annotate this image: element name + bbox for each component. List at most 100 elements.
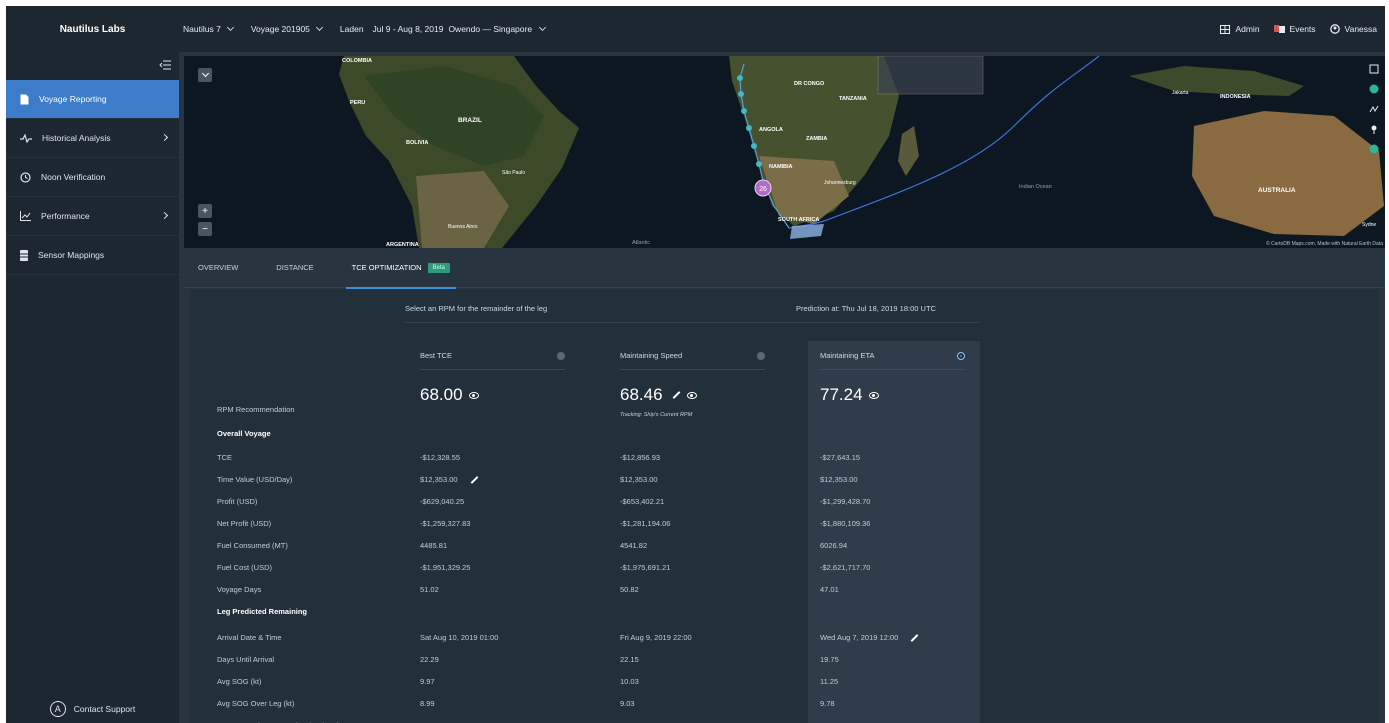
map-label-namibia: NAMIBIA <box>769 164 793 170</box>
metric-value: -$12,856.93 <box>620 453 660 462</box>
map-overlay-box <box>877 56 984 95</box>
route-point[interactable] <box>751 143 757 149</box>
metric-value-text: -$653,402.21 <box>620 497 665 506</box>
sidebar-item-performance[interactable]: Performance <box>6 197 179 236</box>
option-best-tce[interactable]: Best TCE <box>420 351 565 370</box>
eye-icon[interactable] <box>468 391 479 399</box>
pencil-icon[interactable] <box>910 633 919 642</box>
voyage-label: Voyage 201905 <box>250 24 310 34</box>
route-point[interactable] <box>746 125 752 131</box>
metric-value-text: 22.29 <box>420 655 439 664</box>
metric-value-text: 22.15 <box>620 655 639 664</box>
section-leg-predicted-remaining: Leg Predicted Remaining <box>217 607 308 616</box>
layers-icon[interactable] <box>1369 144 1379 154</box>
metric-value: $12,353.00 <box>620 475 658 484</box>
eye-icon[interactable] <box>686 391 697 399</box>
metric-value-text: 9.97 <box>420 677 435 686</box>
tab-distance[interactable]: DISTANCE <box>276 248 313 288</box>
metric-value: -$1,259,327.83 <box>420 519 470 528</box>
map-label-zambia: ZAMBIA <box>806 136 827 142</box>
metric-value: -$653,402.21 <box>620 497 664 506</box>
chevron-right-icon <box>160 211 169 220</box>
contact-support-button[interactable]: A Contact Support <box>6 701 179 717</box>
metric-value-text: 10.03 <box>620 677 639 686</box>
rpm-number: 77.24 <box>820 385 863 404</box>
tab-tce-optimization[interactable]: TCE OPTIMIZATION Beta <box>345 248 457 289</box>
sidebar-item-label: Voyage Reporting <box>39 94 107 104</box>
map-label-angola: ANGOLA <box>759 127 783 133</box>
location-pin-icon[interactable] <box>1369 124 1379 134</box>
metric-value: -$1,299,428.70 <box>820 497 870 506</box>
metric-value: -$1,975,691.21 <box>620 563 670 572</box>
admin-button[interactable]: Admin <box>1220 24 1260 34</box>
metric-value: -$1,880,109.36 <box>820 519 870 528</box>
metric-value-text: Sat Aug 10, 2019 01:00 <box>420 633 499 642</box>
route-point[interactable] <box>756 161 762 167</box>
option-maintaining-speed[interactable]: Maintaining Speed <box>620 351 765 370</box>
voyage-selector[interactable]: Voyage 201905 <box>250 23 323 34</box>
document-icon <box>20 94 29 104</box>
metric-value-text: $12,353.00 <box>420 475 458 484</box>
metric-value-text: -$12,328.55 <box>420 453 461 462</box>
metric-value-text: 4485.81 <box>420 541 448 550</box>
metric-value: Sat Aug 10, 2019 01:00 <box>420 633 498 642</box>
user-menu[interactable]: Vanessa <box>1329 24 1377 34</box>
clock-icon <box>20 171 31 183</box>
voyage-map[interactable]: 26 COLOMBIA PERU BRAZIL BOLIVIA São Paul… <box>184 56 1385 248</box>
sidebar-item-voyage-reporting[interactable]: Voyage Reporting <box>6 80 179 119</box>
metric-label: TCE <box>217 453 232 462</box>
support-label: Contact Support <box>73 704 136 714</box>
divider <box>405 322 979 323</box>
metric-value: 9.78 <box>820 699 835 708</box>
map-attribution[interactable]: © CartoDB Maps.com, Made with Natural Ea… <box>1266 241 1383 247</box>
sidebar-item-historical-analysis[interactable]: Historical Analysis <box>6 119 179 158</box>
sidebar-item-noon-verification[interactable]: Noon Verification <box>6 158 179 197</box>
leg-status: Laden <box>339 24 364 34</box>
metric-value: -$2,621,717.70 <box>820 563 870 572</box>
globe-icon[interactable] <box>1369 84 1379 94</box>
radio-button[interactable] <box>757 351 765 360</box>
crop-icon[interactable] <box>1369 64 1379 74</box>
option-maintaining-eta[interactable]: Maintaining ETA <box>820 351 965 370</box>
radio-button[interactable] <box>557 351 565 360</box>
pencil-icon[interactable] <box>470 475 478 484</box>
map-toolbar <box>1369 64 1379 154</box>
sidebar-item-label: Sensor Mappings <box>38 250 105 260</box>
metric-value: Fri Aug 9, 2019 22:00 <box>620 633 692 642</box>
tab-label: TCE OPTIMIZATION <box>351 263 422 272</box>
route-point[interactable] <box>738 91 744 97</box>
chevron-down-icon <box>201 69 209 78</box>
metric-value-text: -$1,951,329.25 <box>420 563 471 572</box>
metric-value-text: -$1,880,109.36 <box>820 519 871 528</box>
pencil-icon[interactable] <box>672 391 680 399</box>
metric-value-text: Fri Aug 9, 2019 22:00 <box>620 633 692 642</box>
vessel-selector[interactable]: Nautilus 7 <box>183 23 234 34</box>
metric-value: 9.03 <box>620 699 635 708</box>
collapse-sidebar-icon[interactable] <box>159 60 171 70</box>
map-label-brazil: BRAZIL <box>458 117 482 124</box>
zoom-in-button[interactable]: + <box>198 204 212 218</box>
zoom-out-button[interactable]: − <box>198 222 212 236</box>
brand-logo[interactable]: Nautilus Labs <box>6 24 179 35</box>
route-point[interactable] <box>741 108 747 114</box>
metric-value: -$12,328.55 <box>420 453 460 462</box>
breadcrumb: Nautilus 7 Voyage 201905 Laden Jul 9 - A… <box>183 23 547 34</box>
metric-value: 8.99 <box>420 699 435 708</box>
rpm-value-maintaining-eta: 77.24 <box>820 385 879 405</box>
metric-value: 22.29 <box>420 655 439 664</box>
leg-selector[interactable]: Laden Jul 9 - Aug 8, 2019 Owendo — Singa… <box>339 23 547 34</box>
route-point[interactable] <box>737 75 743 81</box>
admin-icon <box>1220 24 1231 34</box>
map-layer-toggle[interactable] <box>198 68 212 82</box>
option-title: Maintaining Speed <box>620 351 683 360</box>
eye-icon[interactable] <box>868 391 879 399</box>
metric-value-text: 4541.82 <box>620 541 648 550</box>
rpm-number: 68.00 <box>420 385 463 404</box>
events-button[interactable]: Events <box>1273 24 1316 34</box>
sidebar-item-sensor-mappings[interactable]: Sensor Mappings <box>6 236 179 275</box>
route-icon[interactable] <box>1369 104 1379 114</box>
top-bar: Nautilus Labs Nautilus 7 Voyage 201905 L… <box>6 6 1385 52</box>
radio-button-selected[interactable] <box>957 351 965 360</box>
tab-overview[interactable]: OVERVIEW <box>198 248 238 288</box>
chevron-right-icon <box>160 133 169 142</box>
